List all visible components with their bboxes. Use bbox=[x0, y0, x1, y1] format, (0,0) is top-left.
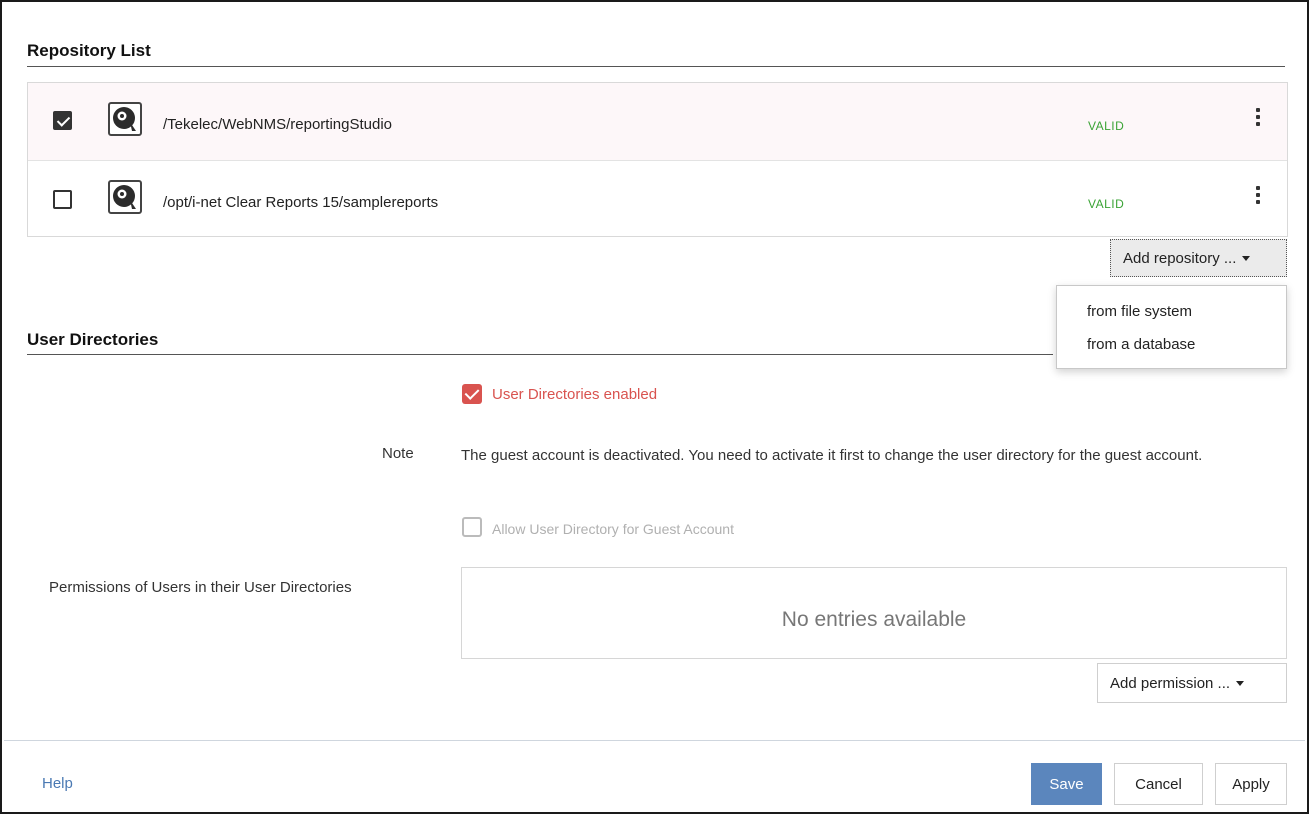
menu-item-from-file-system[interactable]: from file system bbox=[1087, 303, 1192, 320]
more-vertical-icon[interactable] bbox=[1254, 186, 1262, 208]
repository-list-title: Repository List bbox=[27, 41, 151, 60]
section-divider bbox=[27, 66, 1285, 67]
menu-item-from-database[interactable]: from a database bbox=[1087, 336, 1195, 353]
repository-path: /opt/i-net Clear Reports 15/samplereport… bbox=[163, 194, 439, 211]
checkbox-empty-icon[interactable] bbox=[53, 190, 72, 209]
section-divider bbox=[27, 354, 1053, 355]
repository-disk-icon bbox=[108, 102, 142, 136]
checkbox-checked-icon[interactable] bbox=[53, 111, 72, 130]
apply-button[interactable]: Apply bbox=[1215, 763, 1287, 805]
note-text: The guest account is deactivated. You ne… bbox=[461, 447, 1203, 464]
settings-panel: Repository List /Tekelec/WebNMS/reportin… bbox=[0, 0, 1309, 814]
status-badge: VALID bbox=[1088, 119, 1125, 133]
note-label: Note bbox=[382, 445, 414, 462]
add-permission-button[interactable]: Add permission ... bbox=[1097, 663, 1287, 703]
user-directories-title: User Directories bbox=[27, 330, 159, 349]
add-repository-label: Add repository ... bbox=[1123, 249, 1237, 267]
guest-directory-label: Allow User Directory for Guest Account bbox=[492, 521, 734, 537]
cancel-button[interactable]: Cancel bbox=[1114, 763, 1203, 805]
repository-row[interactable]: /opt/i-net Clear Reports 15/samplereport… bbox=[28, 160, 1287, 237]
repository-row[interactable]: /Tekelec/WebNMS/reportingStudio VALID bbox=[28, 83, 1287, 160]
permissions-label: Permissions of Users in their User Direc… bbox=[49, 579, 352, 596]
permissions-table: No entries available bbox=[461, 567, 1287, 659]
caret-down-icon bbox=[1242, 256, 1251, 262]
add-repository-button[interactable]: Add repository ... bbox=[1110, 239, 1287, 277]
add-permission-label: Add permission ... bbox=[1110, 674, 1231, 692]
caret-down-icon bbox=[1236, 681, 1245, 687]
repository-disk-icon bbox=[108, 180, 142, 214]
repository-list: /Tekelec/WebNMS/reportingStudio VALID /o… bbox=[27, 82, 1288, 237]
user-directories-enabled-label[interactable]: User Directories enabled bbox=[492, 386, 657, 403]
save-button[interactable]: Save bbox=[1031, 763, 1102, 805]
more-vertical-icon[interactable] bbox=[1254, 108, 1262, 130]
permissions-empty-text: No entries available bbox=[781, 608, 967, 631]
status-badge: VALID bbox=[1088, 197, 1125, 211]
add-repository-menu: from file system from a database bbox=[1056, 285, 1287, 369]
repository-path: /Tekelec/WebNMS/reportingStudio bbox=[163, 116, 392, 133]
help-link[interactable]: Help bbox=[42, 775, 73, 792]
guest-directory-checkbox bbox=[462, 517, 482, 537]
footer-divider bbox=[4, 740, 1305, 741]
user-directories-enabled-checkbox[interactable] bbox=[462, 384, 482, 404]
